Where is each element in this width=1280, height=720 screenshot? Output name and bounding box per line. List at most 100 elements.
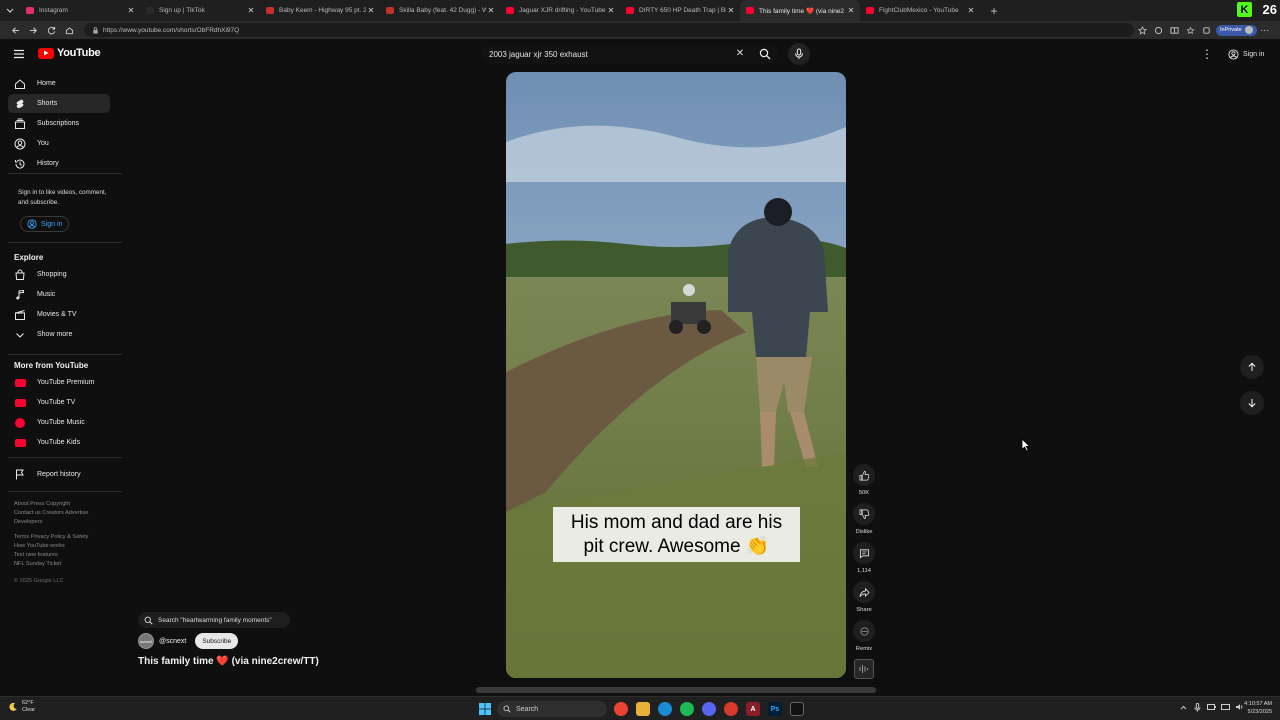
shorts-video-player[interactable] [506, 72, 846, 678]
back-button[interactable] [6, 21, 24, 39]
sidebar-item-youtube-music[interactable]: YouTube Music [8, 413, 110, 432]
split-screen-icon[interactable] [1166, 22, 1182, 38]
sidebar-item-subscriptions[interactable]: Subscriptions [8, 114, 110, 133]
close-tab-icon[interactable]: ✕ [126, 6, 136, 15]
thumbs-up-icon[interactable] [853, 464, 875, 486]
favorite-star-icon[interactable] [1134, 22, 1150, 38]
video-title[interactable]: This family time ❤️ (via nine2crew/TT) [138, 656, 319, 667]
sidebar-item-shopping[interactable]: Shopping [8, 265, 110, 284]
sidebar-item-movies-tv[interactable]: Movies & TV [8, 305, 110, 324]
inprivate-profile-button[interactable]: InPrivate [1216, 24, 1257, 36]
sidebar-item-report-history[interactable]: Report history [8, 465, 110, 484]
channel-name[interactable]: @scnext [159, 638, 186, 645]
footer-links-line[interactable]: © 2025 Google LLC [14, 577, 114, 586]
sidebar-item-youtube-premium[interactable]: YouTube Premium [8, 373, 110, 392]
search-icon[interactable] [754, 44, 776, 64]
remix-icon[interactable] [853, 620, 875, 642]
footer-links-line[interactable]: Contact us Creators Advertise [14, 509, 114, 518]
file-explorer-icon[interactable] [636, 702, 650, 716]
sidebar-item-show-more[interactable]: Show more [8, 325, 110, 344]
photoshop-app-icon[interactable]: Ps [768, 702, 782, 716]
youtube-logo[interactable]: YouTube [38, 47, 101, 59]
comment-icon[interactable] [853, 542, 875, 564]
browser-tab[interactable]: Baby Keem - Highway 95 pt. 2 (Official✕ [260, 0, 380, 21]
sidebar-item-you[interactable]: You [8, 134, 110, 153]
terminal-app-icon[interactable] [790, 702, 804, 716]
close-tab-icon[interactable]: ✕ [606, 6, 616, 15]
forward-button[interactable] [24, 21, 42, 39]
tab-actions-menu-icon[interactable] [0, 0, 20, 21]
browser-tab[interactable]: DIRTY 650 HP Death Trap | Big Tur✕ [620, 0, 740, 21]
discord-app-icon[interactable] [702, 702, 716, 716]
previous-short-button[interactable] [1240, 355, 1264, 379]
site-info-icon[interactable] [92, 26, 99, 34]
collections-icon[interactable] [1198, 22, 1214, 38]
subscribe-button[interactable]: Subscribe [195, 633, 239, 649]
browser-menu-icon[interactable]: ⋯ [1257, 22, 1273, 38]
settings-more-icon[interactable]: ⋮ [1200, 47, 1214, 61]
footer-links-line[interactable]: Terms Privacy Policy & Safety [14, 533, 114, 542]
taskbar-clock[interactable]: 4:10:57 AM 5/23/2025 [1238, 700, 1272, 716]
share-icon[interactable] [853, 581, 875, 603]
close-tab-icon[interactable]: ✕ [966, 6, 976, 15]
sidebar-item-youtube-kids[interactable]: YouTube Kids [8, 433, 110, 452]
chrome-app-icon[interactable] [614, 702, 628, 716]
remix-action[interactable]: Remix [852, 620, 876, 652]
browser-tab[interactable]: FightClubMexico - YouTube ✕ [860, 0, 980, 21]
footer-links-line[interactable]: Developers [14, 518, 114, 527]
next-short-button[interactable] [1240, 391, 1264, 415]
microphone-icon[interactable] [788, 43, 810, 65]
network-icon[interactable] [1220, 702, 1230, 712]
extension-icon[interactable] [1150, 22, 1166, 38]
sidebar-item-shorts[interactable]: Shorts [8, 94, 110, 113]
footer-links-line[interactable]: How YouTube works [14, 542, 114, 551]
browser-tab[interactable]: Sign up | TikTok ✕ [140, 0, 260, 21]
clear-search-icon[interactable]: ✕ [733, 47, 747, 61]
tab-title: Jaguar XJR drifting - YouTube [519, 7, 606, 14]
sidebar-sign-in-button[interactable]: Sign in [20, 216, 70, 232]
like-action[interactable]: 50K [852, 464, 876, 496]
channel-avatar[interactable]: scnext [138, 633, 154, 649]
footer-links-line[interactable]: NFL Sunday Ticket [14, 560, 114, 569]
share-action[interactable]: Share [852, 581, 876, 613]
thumbs-down-icon[interactable] [853, 503, 875, 525]
windows-start-icon[interactable] [478, 702, 492, 716]
browser-tab[interactable]: This family time ❤️ (via nine2 ✕ [740, 0, 860, 21]
kick-extension-icon[interactable]: K [1237, 2, 1252, 17]
taskbar-search-box[interactable]: Search [497, 701, 607, 717]
browser-tab[interactable]: Jaguar XJR drifting - YouTube ✕ [500, 0, 620, 21]
edge-app-icon[interactable] [658, 702, 672, 716]
sound-thumbnail[interactable] [854, 659, 874, 679]
hamburger-menu-icon[interactable] [12, 47, 26, 61]
acrobat-app-icon[interactable]: A [746, 702, 760, 716]
close-tab-icon[interactable]: ✕ [486, 6, 496, 15]
address-bar[interactable]: https://www.youtube.com/shorts/ObFRdhXi9… [84, 23, 1134, 37]
footer-links-line[interactable]: Test new features [14, 551, 114, 560]
browser-tab[interactable]: Skilla Baby (feat. 42 Dugg) - Weird✕ [380, 0, 500, 21]
sidebar-item-home[interactable]: Home [8, 74, 110, 93]
refresh-button[interactable] [42, 21, 60, 39]
sidebar-item-music[interactable]: Music [8, 285, 110, 304]
spotify-app-icon[interactable] [680, 702, 694, 716]
sidebar-item-youtube-tv[interactable]: YouTube TV [8, 393, 110, 412]
horizontal-scrollbar[interactable] [476, 687, 876, 693]
comments-action[interactable]: 1,114 [852, 542, 876, 574]
close-tab-icon[interactable]: ✕ [726, 6, 736, 15]
chevron-up-icon[interactable] [1178, 702, 1188, 712]
browser-tab[interactable]: Instagram ✕ [20, 0, 140, 21]
new-tab-button[interactable]: + [984, 4, 1004, 18]
footer-links-line[interactable]: About Press Copyright [14, 500, 114, 509]
microphone-tray-icon[interactable] [1192, 702, 1202, 712]
sidebar-item-history[interactable]: History [8, 154, 110, 173]
app-icon-red[interactable] [724, 702, 738, 716]
favorites-icon[interactable] [1182, 22, 1198, 38]
related-search-chip[interactable]: Search "heartwarming family moments" [138, 612, 290, 628]
close-tab-icon[interactable]: ✕ [366, 6, 376, 15]
home-button[interactable] [60, 21, 78, 39]
weather-widget[interactable]: 62°F Clear [8, 700, 35, 714]
close-tab-icon[interactable]: ✕ [246, 6, 256, 15]
dislike-action[interactable]: Dislike [852, 503, 876, 535]
close-tab-icon[interactable]: ✕ [846, 6, 856, 15]
sign-in-button[interactable]: Sign in [1222, 45, 1270, 63]
battery-icon[interactable] [1206, 702, 1216, 712]
